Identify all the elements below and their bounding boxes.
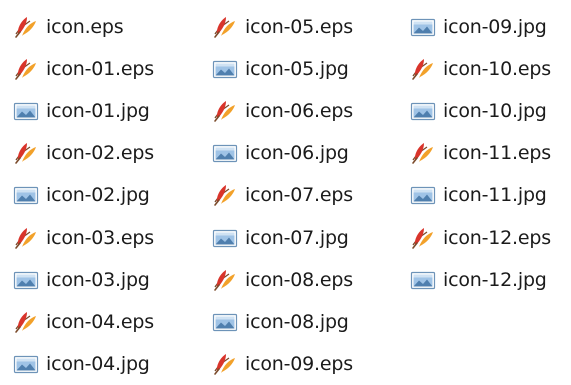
image-jpg-icon — [13, 98, 39, 124]
file-name: icon-10.jpg — [443, 100, 547, 123]
file-item[interactable]: icon-07.jpg — [212, 216, 392, 258]
vector-eps-icon — [212, 14, 238, 40]
image-jpg-icon — [212, 140, 238, 166]
file-item[interactable]: icon-08.eps — [212, 259, 392, 301]
file-item[interactable]: icon-11.jpg — [410, 174, 571, 216]
file-item[interactable]: icon-03.eps — [13, 216, 193, 258]
file-item[interactable]: icon-01.jpg — [13, 90, 193, 132]
file-item[interactable]: icon-12.eps — [410, 216, 571, 258]
vector-eps-icon — [13, 14, 39, 40]
file-item[interactable]: icon-04.jpg — [13, 343, 193, 385]
file-name: icon-06.jpg — [245, 142, 349, 165]
vector-eps-icon — [13, 309, 39, 335]
file-item[interactable]: icon-09.eps — [212, 343, 392, 385]
file-name: icon-10.eps — [443, 58, 551, 81]
image-jpg-icon — [13, 182, 39, 208]
file-name: icon-01.jpg — [46, 100, 150, 123]
file-name: icon-12.eps — [443, 226, 551, 249]
file-item[interactable]: icon-06.eps — [212, 90, 392, 132]
image-jpg-icon — [13, 351, 39, 377]
file-item[interactable]: icon-03.jpg — [13, 259, 193, 301]
file-name: icon-08.eps — [245, 268, 353, 291]
vector-eps-icon — [13, 140, 39, 166]
file-item[interactable]: icon-07.eps — [212, 174, 392, 216]
image-jpg-icon — [410, 182, 436, 208]
file-name: icon.eps — [46, 16, 124, 39]
file-name: icon-02.eps — [46, 142, 154, 165]
file-name: icon-03.jpg — [46, 268, 150, 291]
file-item[interactable]: icon-05.eps — [212, 6, 392, 48]
file-item[interactable]: icon.eps — [13, 6, 193, 48]
file-list-view: icon.eps icon-01.eps icon-01.jpg icon-02.ep… — [0, 0, 571, 380]
file-item[interactable]: icon-11.eps — [410, 132, 571, 174]
image-jpg-icon — [212, 225, 238, 251]
file-item[interactable]: icon-09.jpg — [410, 6, 571, 48]
file-name: icon-04.jpg — [46, 352, 150, 375]
vector-eps-icon — [13, 225, 39, 251]
file-item[interactable]: icon-05.jpg — [212, 48, 392, 90]
file-item[interactable]: icon-10.eps — [410, 48, 571, 90]
file-name: icon-11.eps — [443, 142, 551, 165]
vector-eps-icon — [212, 351, 238, 377]
vector-eps-icon — [410, 140, 436, 166]
file-name: icon-07.jpg — [245, 226, 349, 249]
file-item[interactable]: icon-02.jpg — [13, 174, 193, 216]
file-item[interactable]: icon-10.jpg — [410, 90, 571, 132]
file-name: icon-01.eps — [46, 58, 154, 81]
image-jpg-icon — [212, 309, 238, 335]
file-item[interactable]: icon-04.eps — [13, 301, 193, 343]
file-name: icon-09.eps — [245, 352, 353, 375]
file-name: icon-11.jpg — [443, 184, 547, 207]
image-jpg-icon — [13, 267, 39, 293]
image-jpg-icon — [410, 98, 436, 124]
file-item[interactable]: icon-02.eps — [13, 132, 193, 174]
file-item[interactable]: icon-08.jpg — [212, 301, 392, 343]
file-name: icon-09.jpg — [443, 16, 547, 39]
file-name: icon-05.jpg — [245, 58, 349, 81]
vector-eps-icon — [410, 56, 436, 82]
vector-eps-icon — [212, 267, 238, 293]
file-name: icon-06.eps — [245, 100, 353, 123]
file-name: icon-08.jpg — [245, 310, 349, 333]
vector-eps-icon — [212, 98, 238, 124]
file-name: icon-05.eps — [245, 16, 353, 39]
file-name: icon-07.eps — [245, 184, 353, 207]
file-item[interactable]: icon-01.eps — [13, 48, 193, 90]
file-column-2: icon-05.eps icon-05.jpg icon-06.eps icon-06… — [212, 6, 392, 385]
file-name: icon-03.eps — [46, 226, 154, 249]
file-name: icon-04.eps — [46, 310, 154, 333]
vector-eps-icon — [13, 56, 39, 82]
file-name: icon-02.jpg — [46, 184, 150, 207]
file-item[interactable]: icon-06.jpg — [212, 132, 392, 174]
file-item[interactable]: icon-12.jpg — [410, 259, 571, 301]
image-jpg-icon — [410, 267, 436, 293]
file-column-1: icon.eps icon-01.eps icon-01.jpg icon-02.ep… — [13, 6, 193, 385]
vector-eps-icon — [410, 225, 436, 251]
file-column-3: icon-09.jpg icon-10.eps icon-10.jpg icon-11… — [410, 6, 571, 301]
vector-eps-icon — [212, 182, 238, 208]
file-name: icon-12.jpg — [443, 268, 547, 291]
image-jpg-icon — [410, 14, 436, 40]
image-jpg-icon — [212, 56, 238, 82]
